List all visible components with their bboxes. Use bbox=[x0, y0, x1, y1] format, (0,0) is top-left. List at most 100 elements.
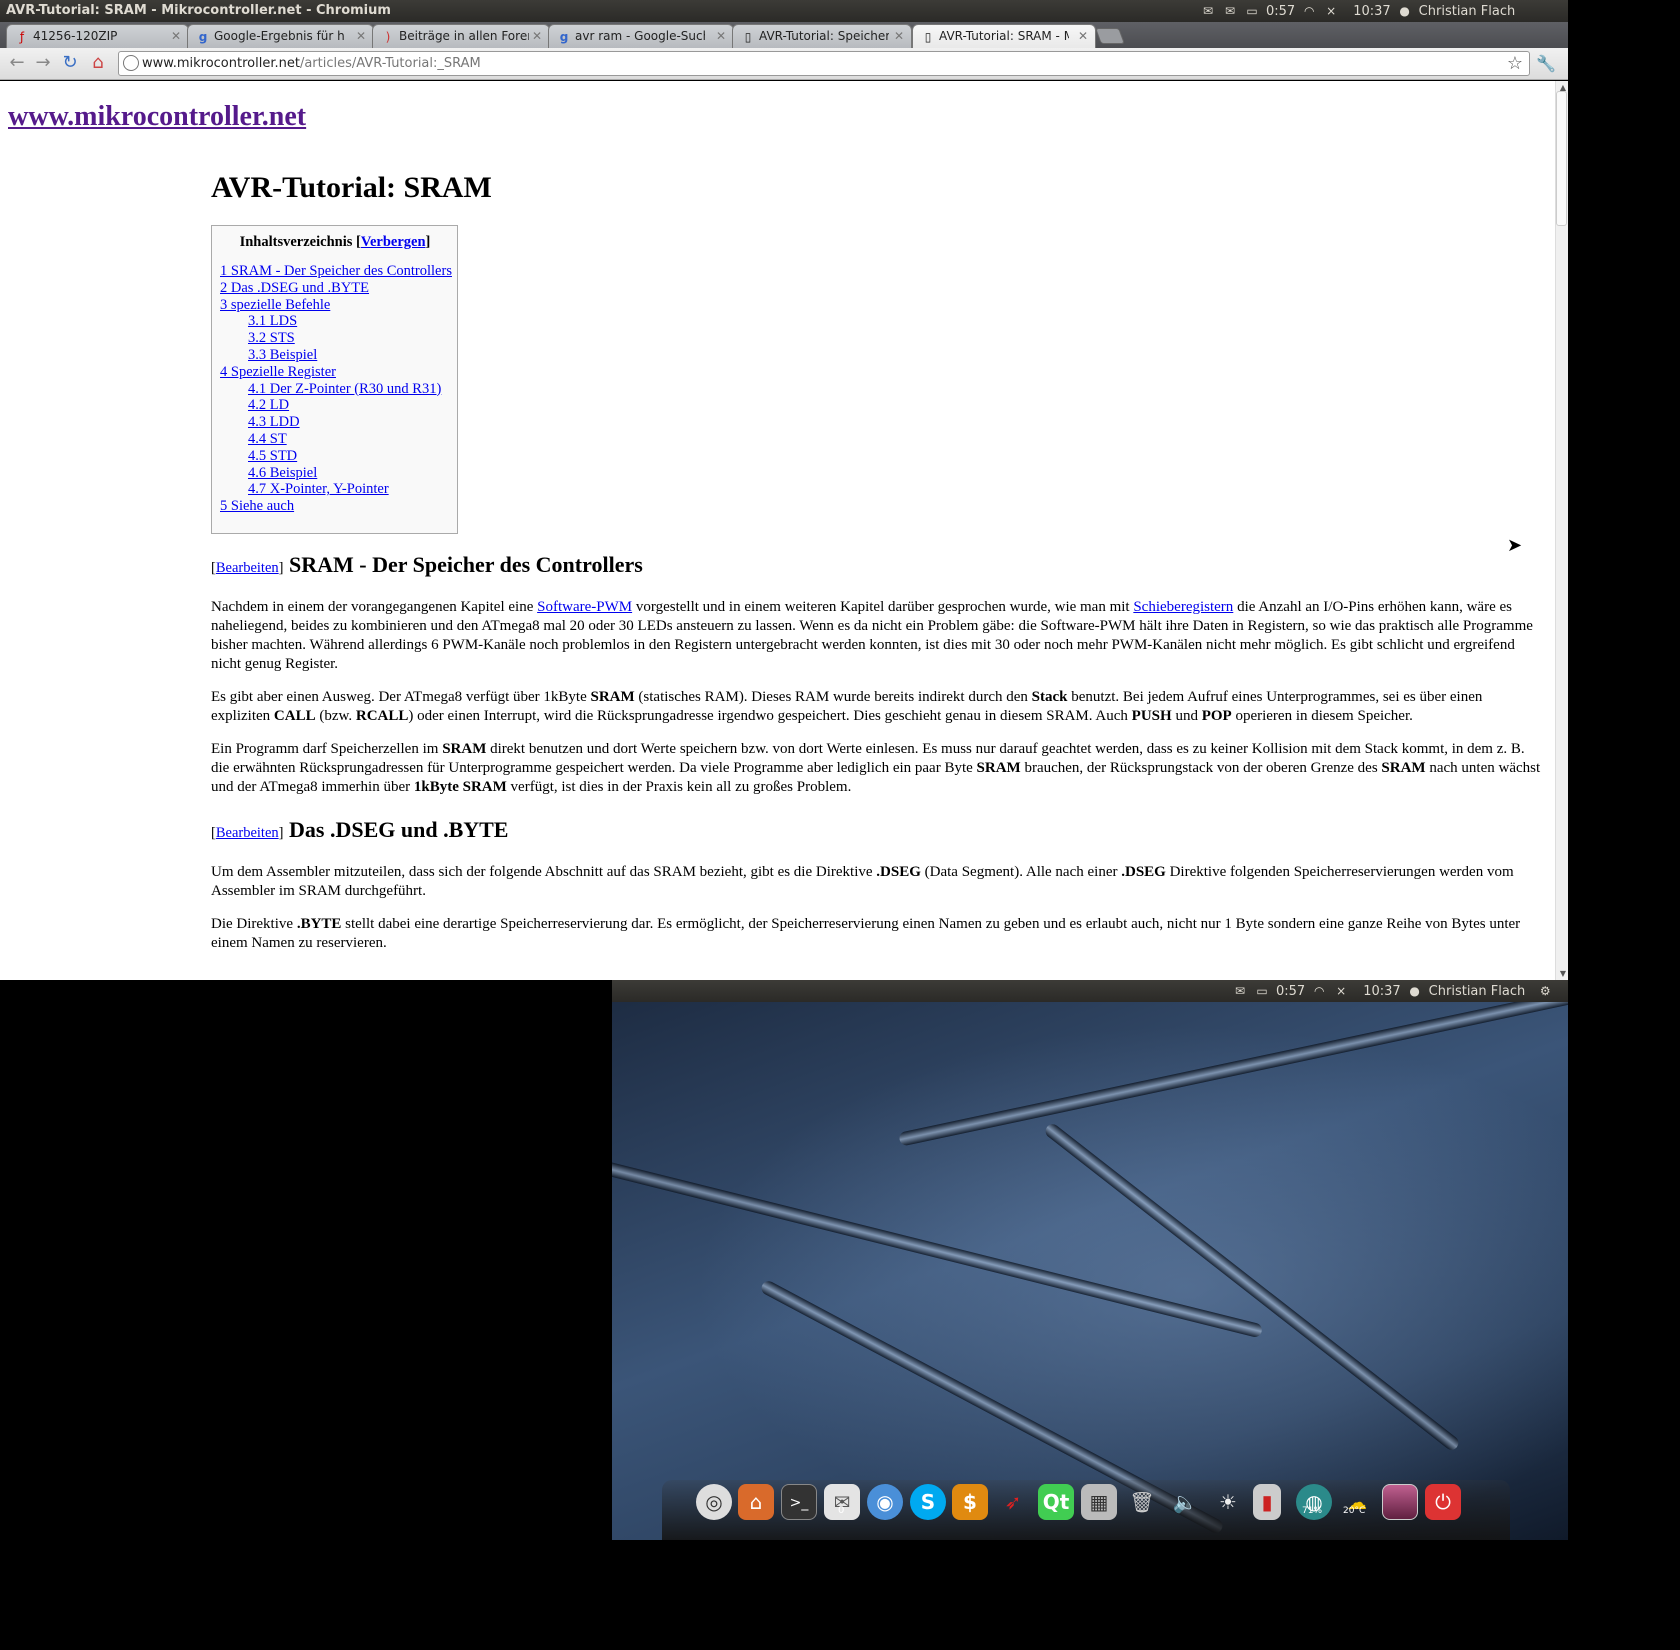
back-icon[interactable]: ← bbox=[6, 52, 28, 74]
toc-item[interactable]: 4.7 X-Pointer, Y-Pointer bbox=[248, 481, 389, 497]
thermometer-icon[interactable]: ▮ bbox=[1253, 1484, 1281, 1520]
globe-icon bbox=[123, 55, 139, 71]
url-text[interactable]: www.mikrocontroller.net/articles/AVR-Tut… bbox=[142, 56, 481, 71]
reload-icon[interactable]: ↻ bbox=[59, 52, 81, 74]
tab-label: AVR-Tutorial: SRAM - Mikr bbox=[939, 29, 1069, 43]
skype-icon[interactable]: S bbox=[910, 1484, 946, 1520]
mute-icon[interactable]: × bbox=[1323, 4, 1339, 18]
tab-3[interactable]: ) Beiträge in allen Foren - M ✕ bbox=[372, 24, 550, 48]
terminal-icon[interactable]: >_ bbox=[781, 1484, 817, 1520]
new-tab-button[interactable] bbox=[1095, 28, 1125, 44]
close-icon[interactable]: ✕ bbox=[532, 29, 542, 43]
toc-item[interactable]: 3.2 STS bbox=[248, 330, 295, 346]
address-bar[interactable]: www.mikrocontroller.net/articles/AVR-Tut… bbox=[118, 51, 1530, 76]
scrollbar[interactable]: ▲ ▼ bbox=[1555, 81, 1568, 980]
trash-icon[interactable]: 🗑 bbox=[1124, 1484, 1160, 1520]
tab-6-active[interactable]: ▯ AVR-Tutorial: SRAM - Mikr ✕ bbox=[912, 24, 1096, 48]
clock[interactable]: 10:37 bbox=[1363, 984, 1400, 999]
scroll-down-icon[interactable]: ▼ bbox=[1560, 969, 1566, 978]
bookmark-star-icon[interactable]: ☆ bbox=[1507, 53, 1523, 74]
bird-app-icon[interactable]: ➶ bbox=[995, 1484, 1031, 1520]
chromium-icon[interactable]: ◉ bbox=[867, 1484, 903, 1520]
toc-item[interactable]: 4.1 Der Z-Pointer (R30 und R31) bbox=[248, 381, 441, 397]
volume-icon[interactable]: 🔈 bbox=[1167, 1484, 1203, 1520]
toc-item[interactable]: 1 SRAM - Der Speicher des Controllers bbox=[220, 263, 452, 279]
photo-viewer-icon[interactable] bbox=[1382, 1484, 1418, 1520]
scroll-thumb[interactable] bbox=[1556, 91, 1567, 226]
power-icon[interactable]: ⏻ bbox=[1425, 1484, 1461, 1520]
dock: ◎ ⌂ >_ ✉ 0 ◉ S $ ➶ Qt ▦ 🗑 🔈 ☀ ▮ ◍ 71% ☁ … bbox=[662, 1480, 1510, 1540]
article: AVR-Tutorial: SRAM Inhaltsverzeichnis [V… bbox=[211, 171, 1541, 967]
toc-item[interactable]: 4.2 LD bbox=[248, 397, 289, 413]
toc-title: Inhaltsverzeichnis [Verbergen] bbox=[239, 234, 431, 250]
globe-icon[interactable]: ◍ 71% bbox=[1296, 1484, 1332, 1520]
mail-badge: 0 bbox=[838, 1505, 845, 1516]
wrench-icon[interactable]: 🔧 bbox=[1536, 54, 1556, 73]
edit-link[interactable]: Bearbeiten bbox=[216, 825, 279, 841]
mail-icon[interactable]: ✉ bbox=[1232, 984, 1248, 998]
mute-icon[interactable]: × bbox=[1333, 984, 1349, 998]
gear-icon[interactable]: ⚙ bbox=[1537, 984, 1553, 998]
battery-time: 0:57 bbox=[1266, 3, 1296, 19]
software-pwm-link[interactable]: Software-PWM bbox=[537, 599, 632, 615]
globe-label: 71% bbox=[1302, 1506, 1323, 1516]
money-icon[interactable]: $ bbox=[952, 1484, 988, 1520]
tab-1[interactable]: ƒ 41256-120ZIP ✕ bbox=[6, 24, 189, 48]
desktop: ✉ ▭ 0:57 ◠ × 10:37 ● Christian Flach ⚙ ◎… bbox=[612, 980, 1568, 1540]
close-icon[interactable]: ✕ bbox=[894, 29, 904, 43]
edit-link[interactable]: Bearbeiten bbox=[216, 560, 279, 576]
home-icon[interactable]: ⌂ bbox=[87, 52, 109, 74]
user-name[interactable]: Christian Flach bbox=[1429, 984, 1526, 999]
window-title: AVR-Tutorial: SRAM - Mikrocontroller.net… bbox=[6, 3, 391, 18]
wifi-icon[interactable]: ◠ bbox=[1301, 4, 1317, 18]
ubuntu-icon[interactable]: ◎ bbox=[696, 1484, 732, 1520]
brightness-icon[interactable]: ☀ bbox=[1210, 1484, 1246, 1520]
user-name[interactable]: Christian Flach bbox=[1419, 4, 1516, 19]
close-icon[interactable]: ✕ bbox=[1078, 29, 1088, 43]
tab-5[interactable]: ▯ AVR-Tutorial: Speicher - M ✕ bbox=[732, 24, 912, 48]
wifi-icon[interactable]: ◠ bbox=[1311, 984, 1327, 998]
toc-hide-link[interactable]: Verbergen bbox=[361, 234, 426, 250]
toc-item[interactable]: 5 Siehe auch bbox=[220, 498, 294, 514]
toc-item[interactable]: 3.3 Beispiel bbox=[248, 347, 317, 363]
toc-item[interactable]: 3.1 LDS bbox=[248, 313, 297, 329]
toc-item[interactable]: 4.4 ST bbox=[248, 431, 287, 447]
calculator-icon[interactable]: ▦ bbox=[1081, 1484, 1117, 1520]
notification-icon[interactable]: ✉ bbox=[1200, 4, 1216, 18]
toc-item[interactable]: 4.3 LDD bbox=[248, 414, 300, 430]
toc-item[interactable]: 4 Spezielle Register bbox=[220, 364, 336, 380]
forward-icon[interactable]: → bbox=[32, 52, 54, 74]
close-icon[interactable]: ✕ bbox=[171, 29, 181, 43]
google-icon: g bbox=[198, 30, 208, 44]
mail-icon[interactable]: ✉ bbox=[1222, 4, 1238, 18]
paragraph: Nachdem in einem der vorangegangenen Kap… bbox=[211, 598, 1533, 672]
paragraph: Die Direktive .BYTE stellt dabei eine de… bbox=[211, 915, 1521, 951]
qt-creator-icon[interactable]: Qt bbox=[1038, 1484, 1074, 1520]
google-icon: g bbox=[559, 30, 569, 44]
paragraph: Es gibt aber einen Ausweg. Der ATmega8 v… bbox=[211, 688, 1483, 724]
mail-icon[interactable]: ✉ 0 bbox=[824, 1484, 860, 1520]
toc-item[interactable]: 4.5 STD bbox=[248, 448, 297, 464]
toc-item[interactable]: 2 Das .DSEG und .BYTE bbox=[220, 280, 369, 296]
site-logo-link[interactable]: www.mikrocontroller.net bbox=[8, 101, 306, 133]
user-icon: ● bbox=[1409, 984, 1420, 998]
content: [Bearbeiten] SRAM - Der Speicher des Con… bbox=[211, 552, 1541, 953]
tab-2[interactable]: g Google-Ergebnis für http: ✕ bbox=[187, 24, 374, 48]
tab-label: Beiträge in allen Foren - M bbox=[399, 29, 529, 43]
battery-icon[interactable]: ▭ bbox=[1254, 984, 1270, 998]
clock[interactable]: 10:37 bbox=[1353, 4, 1390, 19]
home-folder-icon[interactable]: ⌂ bbox=[738, 1484, 774, 1520]
toc-item[interactable]: 3 spezielle Befehle bbox=[220, 297, 330, 313]
schieberegister-link[interactable]: Schieberegistern bbox=[1133, 599, 1233, 615]
tab-label: AVR-Tutorial: Speicher - M bbox=[759, 29, 889, 43]
weather-icon[interactable]: ☁ 20°C bbox=[1339, 1484, 1375, 1520]
tab-4[interactable]: g avr ram - Google-Suche ✕ bbox=[548, 24, 734, 48]
battery-icon[interactable]: ▭ bbox=[1244, 4, 1260, 18]
toc-item[interactable]: 4.6 Beispiel bbox=[248, 465, 317, 481]
toolbar: ← → ↻ ⌂ www.mikrocontroller.net/articles… bbox=[0, 48, 1568, 80]
mikrocontroller-icon: ▯ bbox=[744, 30, 752, 44]
close-icon[interactable]: ✕ bbox=[356, 29, 366, 43]
mikrocontroller-icon: ▯ bbox=[924, 30, 932, 44]
close-icon[interactable]: ✕ bbox=[716, 29, 726, 43]
section-heading: [Bearbeiten] SRAM - Der Speicher des Con… bbox=[211, 551, 643, 577]
